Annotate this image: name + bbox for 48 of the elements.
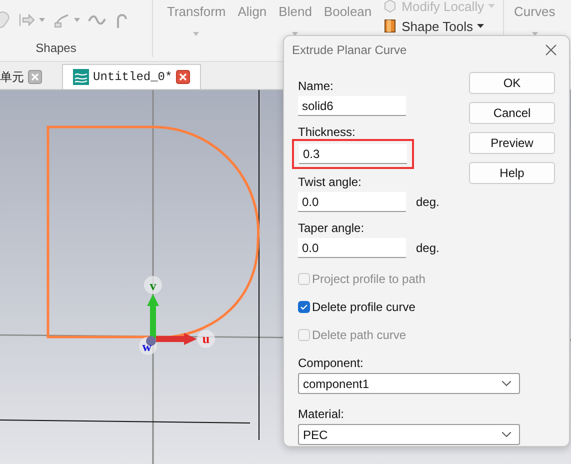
field-label: Thickness: (298, 125, 356, 139)
dropdown[interactable]: component1 (298, 373, 520, 394)
unit-label: deg. (416, 195, 440, 209)
unit-label: deg. (416, 241, 440, 255)
dialog-button[interactable]: Cancel (469, 102, 555, 124)
caret-icon[interactable] (476, 24, 484, 28)
arrow-icon[interactable] (18, 11, 36, 29)
axis-label: w (142, 339, 152, 354)
dialog-button[interactable]: Help (469, 162, 555, 184)
dialog-button[interactable]: Preview (469, 132, 555, 154)
axis-label: u (202, 331, 210, 346)
field-label: Name: (298, 79, 334, 93)
field-label: Taper angle: (298, 221, 366, 235)
document-tab[interactable]: 单元 (0, 65, 48, 89)
document-tab[interactable]: Untitled_0* (62, 64, 202, 89)
wave-icon[interactable] (88, 13, 106, 27)
checkbox-label: Delete profile curve (312, 300, 416, 314)
checkbox[interactable] (298, 301, 310, 313)
chevron-icon (502, 432, 511, 437)
dialog-title: Extrude Planar Curve (292, 43, 407, 57)
v-axis-arrow (147, 294, 159, 339)
dialog-button[interactable]: OK (469, 72, 555, 94)
checkbox-label: Project profile to path (312, 272, 426, 286)
dropdown[interactable]: PEC (298, 424, 520, 445)
chevron-icon (502, 381, 511, 386)
u-axis-arrow (156, 333, 197, 345)
tab-label: Untitled_0* (93, 70, 172, 84)
close-icon[interactable] (28, 70, 42, 84)
field-label: Twist angle: (298, 175, 362, 189)
check-icon (299, 302, 309, 312)
tab-label: 单元 (0, 68, 24, 86)
origin-dot (146, 336, 156, 346)
input-field[interactable]: 0.0 (298, 238, 406, 258)
profile-curve[interactable] (46, 126, 260, 338)
field-label: Material: (298, 407, 346, 421)
box-icon[interactable] (382, 18, 398, 34)
field-label: Component: (298, 356, 364, 370)
input-field[interactable]: solid6 (298, 96, 406, 116)
wave-icon (73, 69, 89, 85)
axis-label: v (150, 278, 156, 293)
checkbox-label: Delete path curve (312, 328, 406, 342)
close-icon[interactable] (545, 44, 557, 56)
group-label: Shapes (36, 41, 76, 55)
input-field[interactable]: 0.0 (298, 192, 406, 212)
hook-icon[interactable] (114, 11, 128, 29)
close-icon[interactable] (176, 70, 190, 84)
input-field[interactable]: 0.3 (299, 144, 407, 164)
ribbon-button[interactable]: Shape Tools (402, 18, 473, 34)
